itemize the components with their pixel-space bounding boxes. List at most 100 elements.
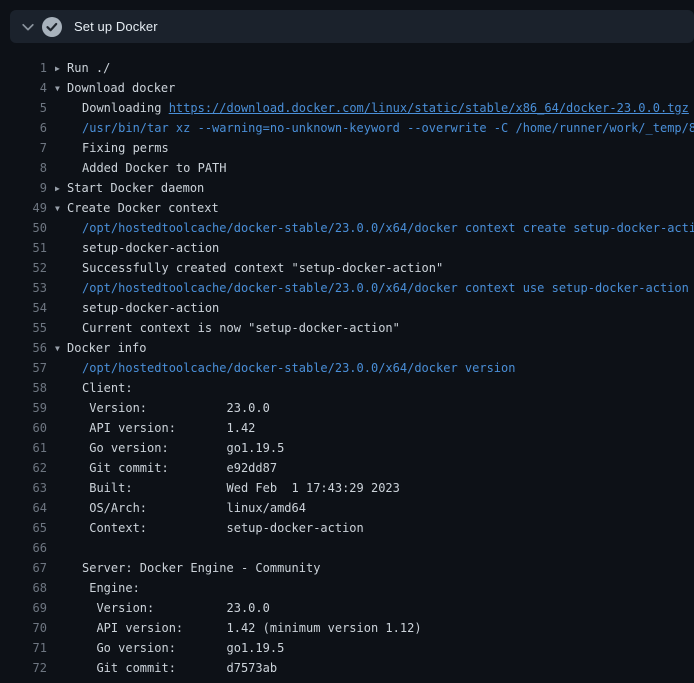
log-text: Engine:: [82, 581, 140, 595]
line-number[interactable]: 9: [0, 178, 47, 198]
log-group-row[interactable]: 4 ▼Download docker: [0, 78, 694, 98]
log-text: Git commit: e92dd87: [82, 461, 277, 475]
log-line-row: 53/opt/hostedtoolcache/docker-stable/23.…: [0, 278, 694, 298]
log-line-row: 62 Git commit: e92dd87: [0, 458, 694, 478]
log-text: Built: Wed Feb 1 17:43:29 2023: [82, 481, 400, 495]
line-number[interactable]: 60: [0, 418, 47, 438]
line-number[interactable]: 63: [0, 478, 47, 498]
log-command: /opt/hostedtoolcache/docker-stable/23.0.…: [82, 221, 694, 235]
line-number[interactable]: 7: [0, 138, 47, 158]
log-text: Added Docker to PATH: [82, 161, 227, 175]
log-line-row: 60 API version: 1.42: [0, 418, 694, 438]
line-number[interactable]: 59: [0, 398, 47, 418]
log-text: Go version: go1.19.5: [82, 441, 284, 455]
triangle-expanded-icon[interactable]: ▼: [55, 199, 67, 218]
line-number[interactable]: 71: [0, 638, 47, 658]
log-line-row: 68 Engine:: [0, 578, 694, 598]
log-line-row: 51 setup-docker-action: [0, 238, 694, 258]
log-text: API version: 1.42: [82, 421, 255, 435]
line-number[interactable]: 8: [0, 158, 47, 178]
group-title: Docker info: [67, 341, 146, 355]
log-line-row: 72 Git commit: d7573ab: [0, 658, 694, 678]
log-group-row[interactable]: 49 ▼Create Docker context: [0, 198, 694, 218]
log-text: Successfully created context "setup-dock…: [82, 261, 443, 275]
log-line-row: 63 Built: Wed Feb 1 17:43:29 2023: [0, 478, 694, 498]
line-number[interactable]: 69: [0, 598, 47, 618]
log-line-row: 54 setup-docker-action: [0, 298, 694, 318]
log-group-row[interactable]: 56 ▼Docker info: [0, 338, 694, 358]
line-number[interactable]: 51: [0, 238, 47, 258]
log-line-row: 6/usr/bin/tar xz --warning=no-unknown-ke…: [0, 118, 694, 138]
chevron-down-icon[interactable]: [20, 19, 36, 35]
log-line-row: 7 Fixing perms: [0, 138, 694, 158]
line-number[interactable]: 64: [0, 498, 47, 518]
line-number[interactable]: 61: [0, 438, 47, 458]
log-text: API version: 1.42 (minimum version 1.12): [82, 621, 422, 635]
log-link[interactable]: https://download.docker.com/linux/static…: [169, 101, 689, 115]
log-line-row: 57/opt/hostedtoolcache/docker-stable/23.…: [0, 358, 694, 378]
group-title: Run ./: [67, 61, 110, 75]
line-number[interactable]: 1: [0, 58, 47, 78]
line-number[interactable]: 53: [0, 278, 47, 298]
log-lines: 1▶Run ./4▼Download docker5Downloading ht…: [0, 58, 694, 678]
line-number[interactable]: 52: [0, 258, 47, 278]
check-circle-icon: [42, 17, 62, 37]
line-number[interactable]: 66: [0, 538, 47, 558]
log-text: Client:: [82, 381, 133, 395]
line-number[interactable]: 67: [0, 558, 47, 578]
log-line-row: 55 Current context is now "setup-docker-a…: [0, 318, 694, 338]
line-number[interactable]: 54: [0, 298, 47, 318]
log-text: Server: Docker Engine - Community: [82, 561, 320, 575]
log-line-row: 5 Downloading https://download.docker.com…: [0, 98, 694, 118]
group-title: Download docker: [67, 81, 175, 95]
line-number[interactable]: 56: [0, 338, 47, 358]
log-command: /opt/hostedtoolcache/docker-stable/23.0.…: [82, 281, 689, 295]
line-number[interactable]: 6: [0, 118, 47, 138]
log-group-row[interactable]: 9 ▶Start Docker daemon: [0, 178, 694, 198]
log-text: Git commit: d7573ab: [82, 661, 277, 675]
log-command: /usr/bin/tar xz --warning=no-unknown-key…: [82, 121, 694, 135]
log-line-row: 65 Context: setup-docker-action: [0, 518, 694, 538]
line-number[interactable]: 57: [0, 358, 47, 378]
log-text: OS/Arch: linux/amd64: [82, 501, 306, 515]
group-title: Start Docker daemon: [67, 181, 204, 195]
triangle-collapsed-icon[interactable]: ▶: [55, 179, 67, 198]
log-line-row: 69 Version: 23.0.0: [0, 598, 694, 618]
step-header[interactable]: Set up Docker: [10, 10, 694, 43]
log-line-row: 58 Client:: [0, 378, 694, 398]
line-number[interactable]: 58: [0, 378, 47, 398]
log-group-row[interactable]: 1 ▶Run ./: [0, 58, 694, 78]
line-number[interactable]: 4: [0, 78, 47, 98]
log-text: setup-docker-action: [82, 301, 219, 315]
line-number[interactable]: 68: [0, 578, 47, 598]
line-number[interactable]: 55: [0, 318, 47, 338]
log-text: Fixing perms: [82, 141, 169, 155]
triangle-expanded-icon[interactable]: ▼: [55, 339, 67, 358]
line-number[interactable]: 70: [0, 618, 47, 638]
line-number[interactable]: 72: [0, 658, 47, 678]
line-number[interactable]: 65: [0, 518, 47, 538]
log-line-row: 66: [0, 538, 694, 558]
log-line-row: 71 Go version: go1.19.5: [0, 638, 694, 658]
log-text: Go version: go1.19.5: [82, 641, 284, 655]
line-number[interactable]: 50: [0, 218, 47, 238]
log-text: Downloading: [82, 101, 169, 115]
log-line-row: 61 Go version: go1.19.5: [0, 438, 694, 458]
line-number[interactable]: 49: [0, 198, 47, 218]
log-line-row: 64 OS/Arch: linux/amd64: [0, 498, 694, 518]
log-line-row: 52 Successfully created context "setup-do…: [0, 258, 694, 278]
triangle-collapsed-icon[interactable]: ▶: [55, 59, 67, 78]
log-text: Current context is now "setup-docker-act…: [82, 321, 400, 335]
log-text: setup-docker-action: [82, 241, 219, 255]
log-line-row: 59 Version: 23.0.0: [0, 398, 694, 418]
log-line-row: 67 Server: Docker Engine - Community: [0, 558, 694, 578]
triangle-expanded-icon[interactable]: ▼: [55, 79, 67, 98]
log-text: Context: setup-docker-action: [82, 521, 364, 535]
group-title: Create Docker context: [67, 201, 219, 215]
step-title: Set up Docker: [74, 19, 158, 34]
line-number[interactable]: 62: [0, 458, 47, 478]
log-command: /opt/hostedtoolcache/docker-stable/23.0.…: [82, 361, 515, 375]
line-number[interactable]: 5: [0, 98, 47, 118]
log-text: Version: 23.0.0: [82, 601, 270, 615]
log-line-row: 8 Added Docker to PATH: [0, 158, 694, 178]
